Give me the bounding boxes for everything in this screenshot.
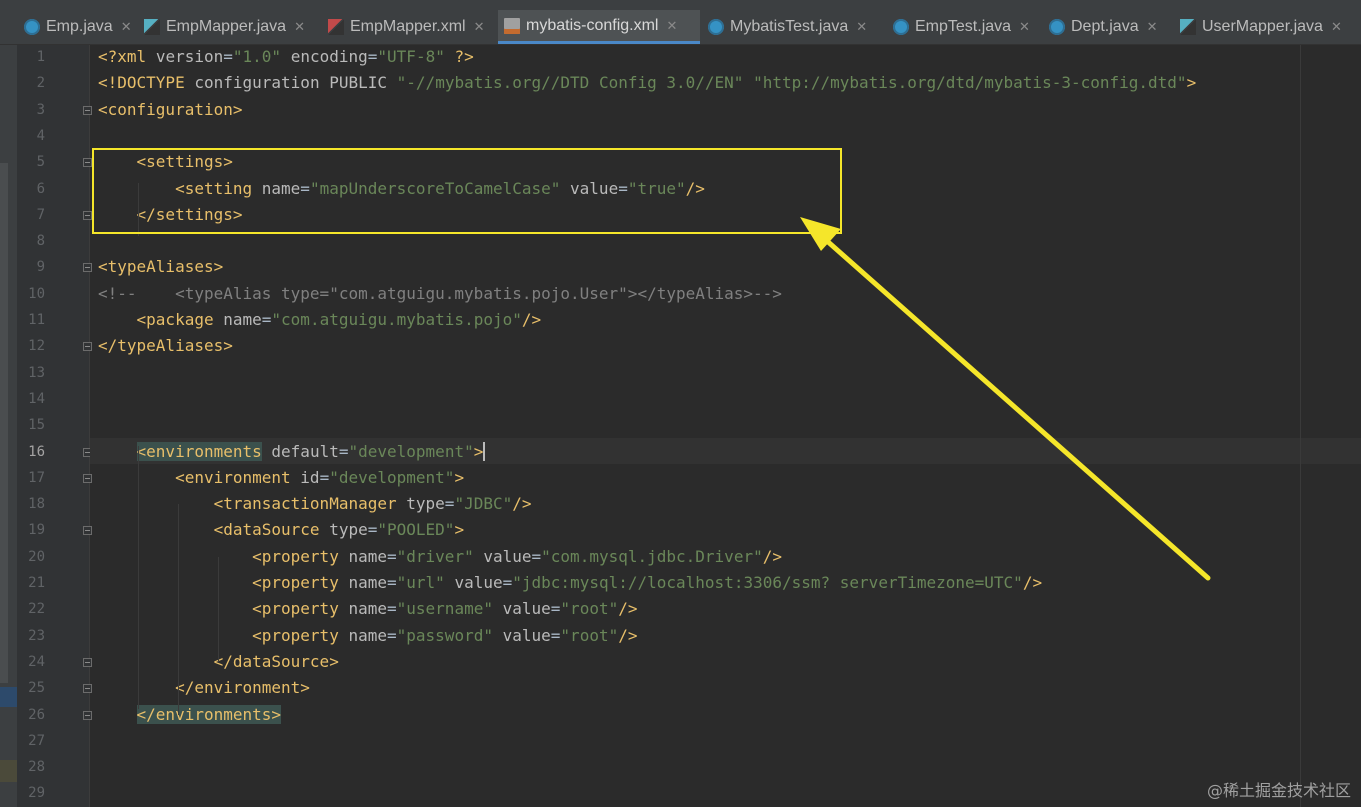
annotation-arrow xyxy=(800,217,1211,581)
watermark: @稀土掘金技术社区 xyxy=(1206,781,1351,800)
